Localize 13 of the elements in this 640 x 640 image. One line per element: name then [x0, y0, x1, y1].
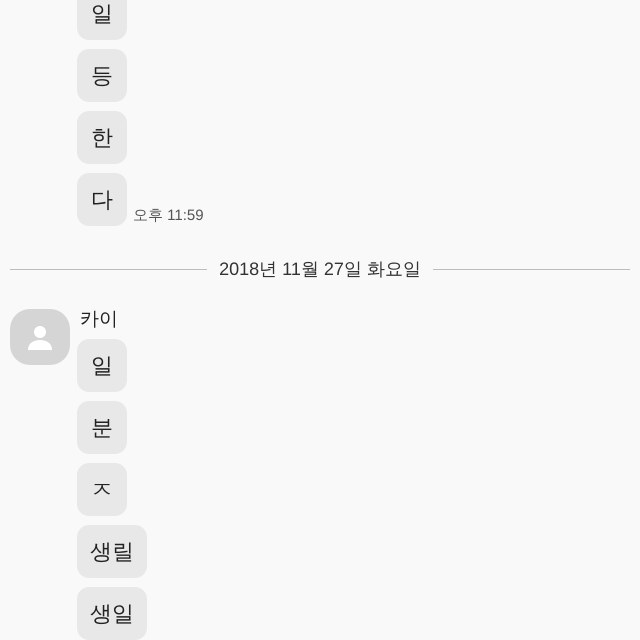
message-bubble: 한 [77, 111, 127, 164]
message-bubble: 분 [77, 401, 127, 454]
message-bubble: 생일 [77, 587, 147, 640]
message-time: 오후 11:59 [133, 206, 204, 226]
sender-name: 카이 [79, 310, 119, 330]
message-bubble: 일 [77, 339, 127, 392]
message-bubble: 생릴 [77, 525, 147, 578]
message-bubble: 다 [77, 173, 127, 226]
date-divider: 2018년 11월 27일 화요일 [219, 258, 421, 281]
message-bubble: ㅈ [77, 463, 127, 516]
message-bubble: 등 [77, 49, 127, 102]
message-bubble: 일 [77, 0, 127, 40]
avatar-icon[interactable] [10, 309, 70, 365]
